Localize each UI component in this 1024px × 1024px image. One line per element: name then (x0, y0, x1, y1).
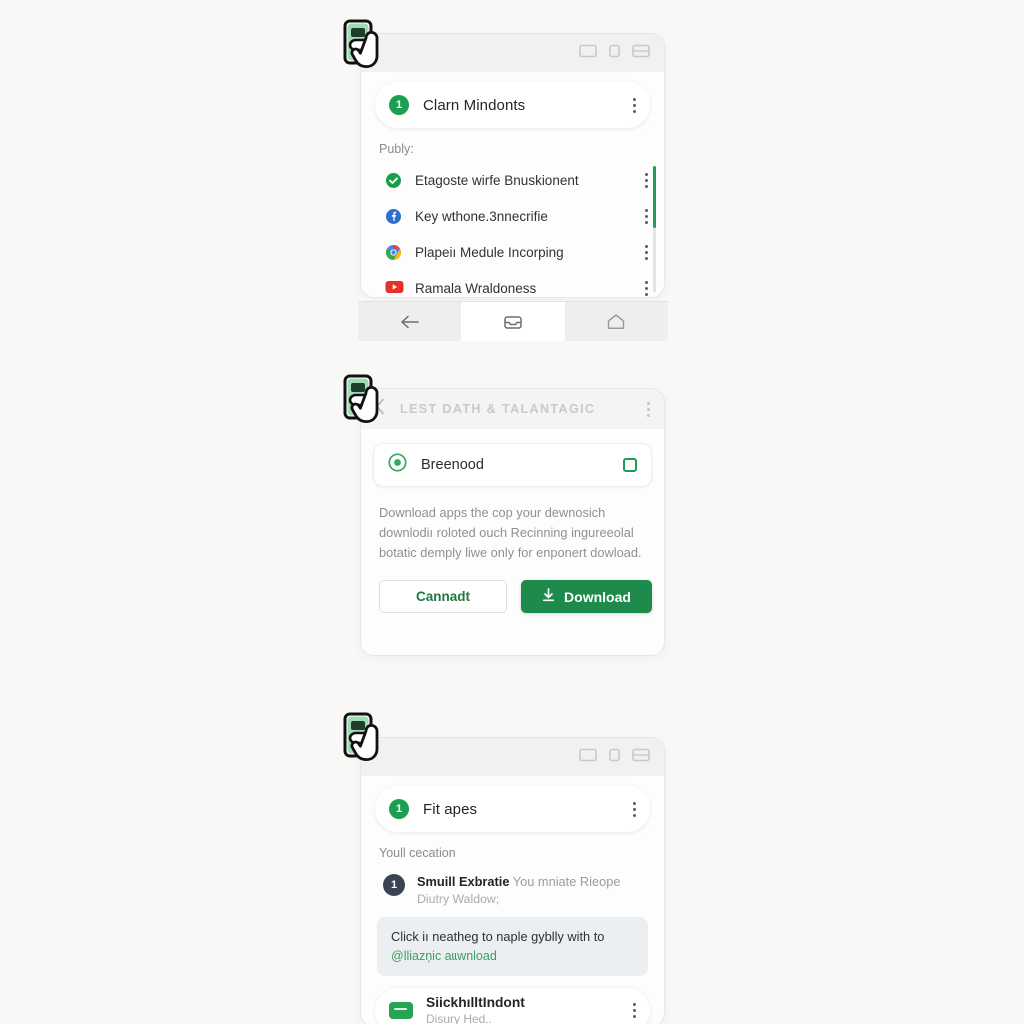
kebab-menu-icon[interactable] (633, 1003, 636, 1019)
bottom-card-text: SiickhılltIndont Disury Hed.. (426, 994, 525, 1024)
info-banner-line1: Click iı neatheɡ to naple ɡyblly with to (391, 929, 605, 945)
kebab-menu-icon[interactable] (647, 401, 650, 417)
kebab-menu-icon[interactable] (633, 801, 636, 817)
message-text: Smuill Exbratie You mniate Rieope Diutry… (417, 874, 620, 907)
checkbox-empty-icon[interactable] (623, 458, 637, 472)
notification-count-badge: 1 (389, 95, 409, 115)
back-arrow-icon (400, 315, 419, 328)
list-item[interactable]: Ramala Wraldoness (361, 270, 664, 297)
screenshot-root: 1 Clarn Mindonts Publy: Etagoste wirfe B… (0, 0, 1024, 1024)
panel2-app-card[interactable]: Breenood (373, 443, 652, 487)
list-item-label: Key wthone.3nnecrifie (415, 208, 548, 224)
nav-home-button[interactable] (565, 302, 668, 341)
panel1-list: Etagoste wirfe Bnuskionent Key wthone.3n… (361, 162, 664, 297)
panel2-app-name: Breenood (421, 457, 484, 473)
info-banner[interactable]: Click iı neatheɡ to naple ɡyblly with to… (377, 917, 648, 976)
panel3-bottom-card[interactable]: SiickhılltIndont Disury Hed.. (375, 987, 650, 1024)
notification-message[interactable]: 1 Smuill Exbratie You mniate Rieope Diut… (361, 866, 664, 909)
green-message-icon (389, 1002, 413, 1020)
home-icon (608, 314, 625, 329)
chrome-icon (385, 244, 402, 261)
panel2-header: LEST DATH & TALANTAGIC (361, 389, 664, 429)
download-arrow-icon (542, 588, 555, 605)
message-sender: Smuill Exbratie (417, 874, 510, 889)
panel3-title-card[interactable]: 1 Fit apes (375, 786, 650, 832)
nav-inbox-button[interactable] (461, 302, 565, 341)
notification-count-badge: 1 (389, 799, 409, 819)
list-item-label: Plapeiı Medule Incorping (415, 244, 564, 260)
panel2-button-row: Cannadt Download (361, 562, 664, 633)
message-line2: Diutry Waldow; (417, 891, 500, 906)
youtube-icon (385, 280, 404, 297)
check-circle-icon (385, 172, 402, 189)
tap-hand-badge-3 (342, 712, 392, 764)
list-item-label: Ramala Wraldoness (415, 280, 537, 296)
kebab-menu-icon[interactable] (633, 97, 636, 113)
window-wide-icon[interactable] (579, 748, 597, 767)
panel1-card-title: Clarn Mindonts (423, 96, 526, 114)
window-wide-icon[interactable] (579, 44, 597, 63)
window-split-icon[interactable] (632, 44, 650, 63)
bottom-card-subtitle: Disury Hed.. (426, 1011, 493, 1024)
tap-hand-badge-2 (342, 374, 392, 426)
panel3-header (361, 738, 664, 776)
message-line1: Smuill Exbratie You mniate Rieope (417, 874, 620, 891)
scrollbar-thumb[interactable] (653, 166, 656, 228)
nav-back-button[interactable] (358, 302, 461, 341)
message-snippet: You mniate Rieope (509, 874, 621, 889)
panel1-bottom-nav (358, 301, 668, 341)
info-banner-link[interactable]: @lliazņic aɩɩwnload (391, 947, 634, 965)
window-controls[interactable] (579, 748, 650, 767)
list-item-label: Etagoste wirfe Bnuskionent (415, 172, 579, 188)
kebab-menu-icon[interactable] (645, 280, 648, 296)
list-item[interactable]: Key wthone.3nnecrifie (361, 198, 664, 234)
window-controls[interactable] (579, 44, 650, 63)
facebook-icon (385, 208, 402, 225)
panel3-section-label: Youll cecation (379, 846, 456, 860)
tap-hand-badge-1 (342, 19, 392, 71)
green-ring-icon (388, 453, 407, 477)
panel1-section-label: Publy: (379, 142, 414, 156)
panel1-header (361, 34, 664, 72)
cancel-button[interactable]: Cannadt (379, 580, 507, 614)
window-tall-icon[interactable] (609, 748, 620, 767)
panel2-title: LEST DATH & TALANTAGIC (400, 402, 596, 416)
panel2-body-text: Download apps the cop your dewnosich dow… (379, 505, 642, 560)
window-split-icon[interactable] (632, 748, 650, 767)
window-tall-icon[interactable] (609, 44, 620, 63)
download-button[interactable]: Download (521, 580, 652, 614)
panel-download-dialog: LEST DATH & TALANTAGIC Breenood Download… (360, 388, 665, 656)
inbox-icon (504, 316, 522, 329)
panel-apps-list: 1 Clarn Mindonts Publy: Etagoste wirfe B… (360, 33, 665, 298)
kebab-menu-icon[interactable] (645, 208, 648, 224)
panel3-card-title: Fit apes (423, 800, 478, 818)
panel-notifications: 1 Fit apes Youll cecation 1 Smuill Exbra… (360, 737, 665, 1024)
kebab-menu-icon[interactable] (645, 172, 648, 188)
list-item[interactable]: Etagoste wirfe Bnuskionent (361, 162, 664, 198)
kebab-menu-icon[interactable] (645, 244, 648, 260)
bottom-card-title: SiickhılltIndont (426, 995, 525, 1011)
avatar: 1 (383, 874, 405, 896)
download-button-label: Download (564, 588, 631, 605)
list-item[interactable]: Plapeiı Medule Incorping (361, 234, 664, 270)
panel1-title-card[interactable]: 1 Clarn Mindonts (375, 82, 650, 128)
